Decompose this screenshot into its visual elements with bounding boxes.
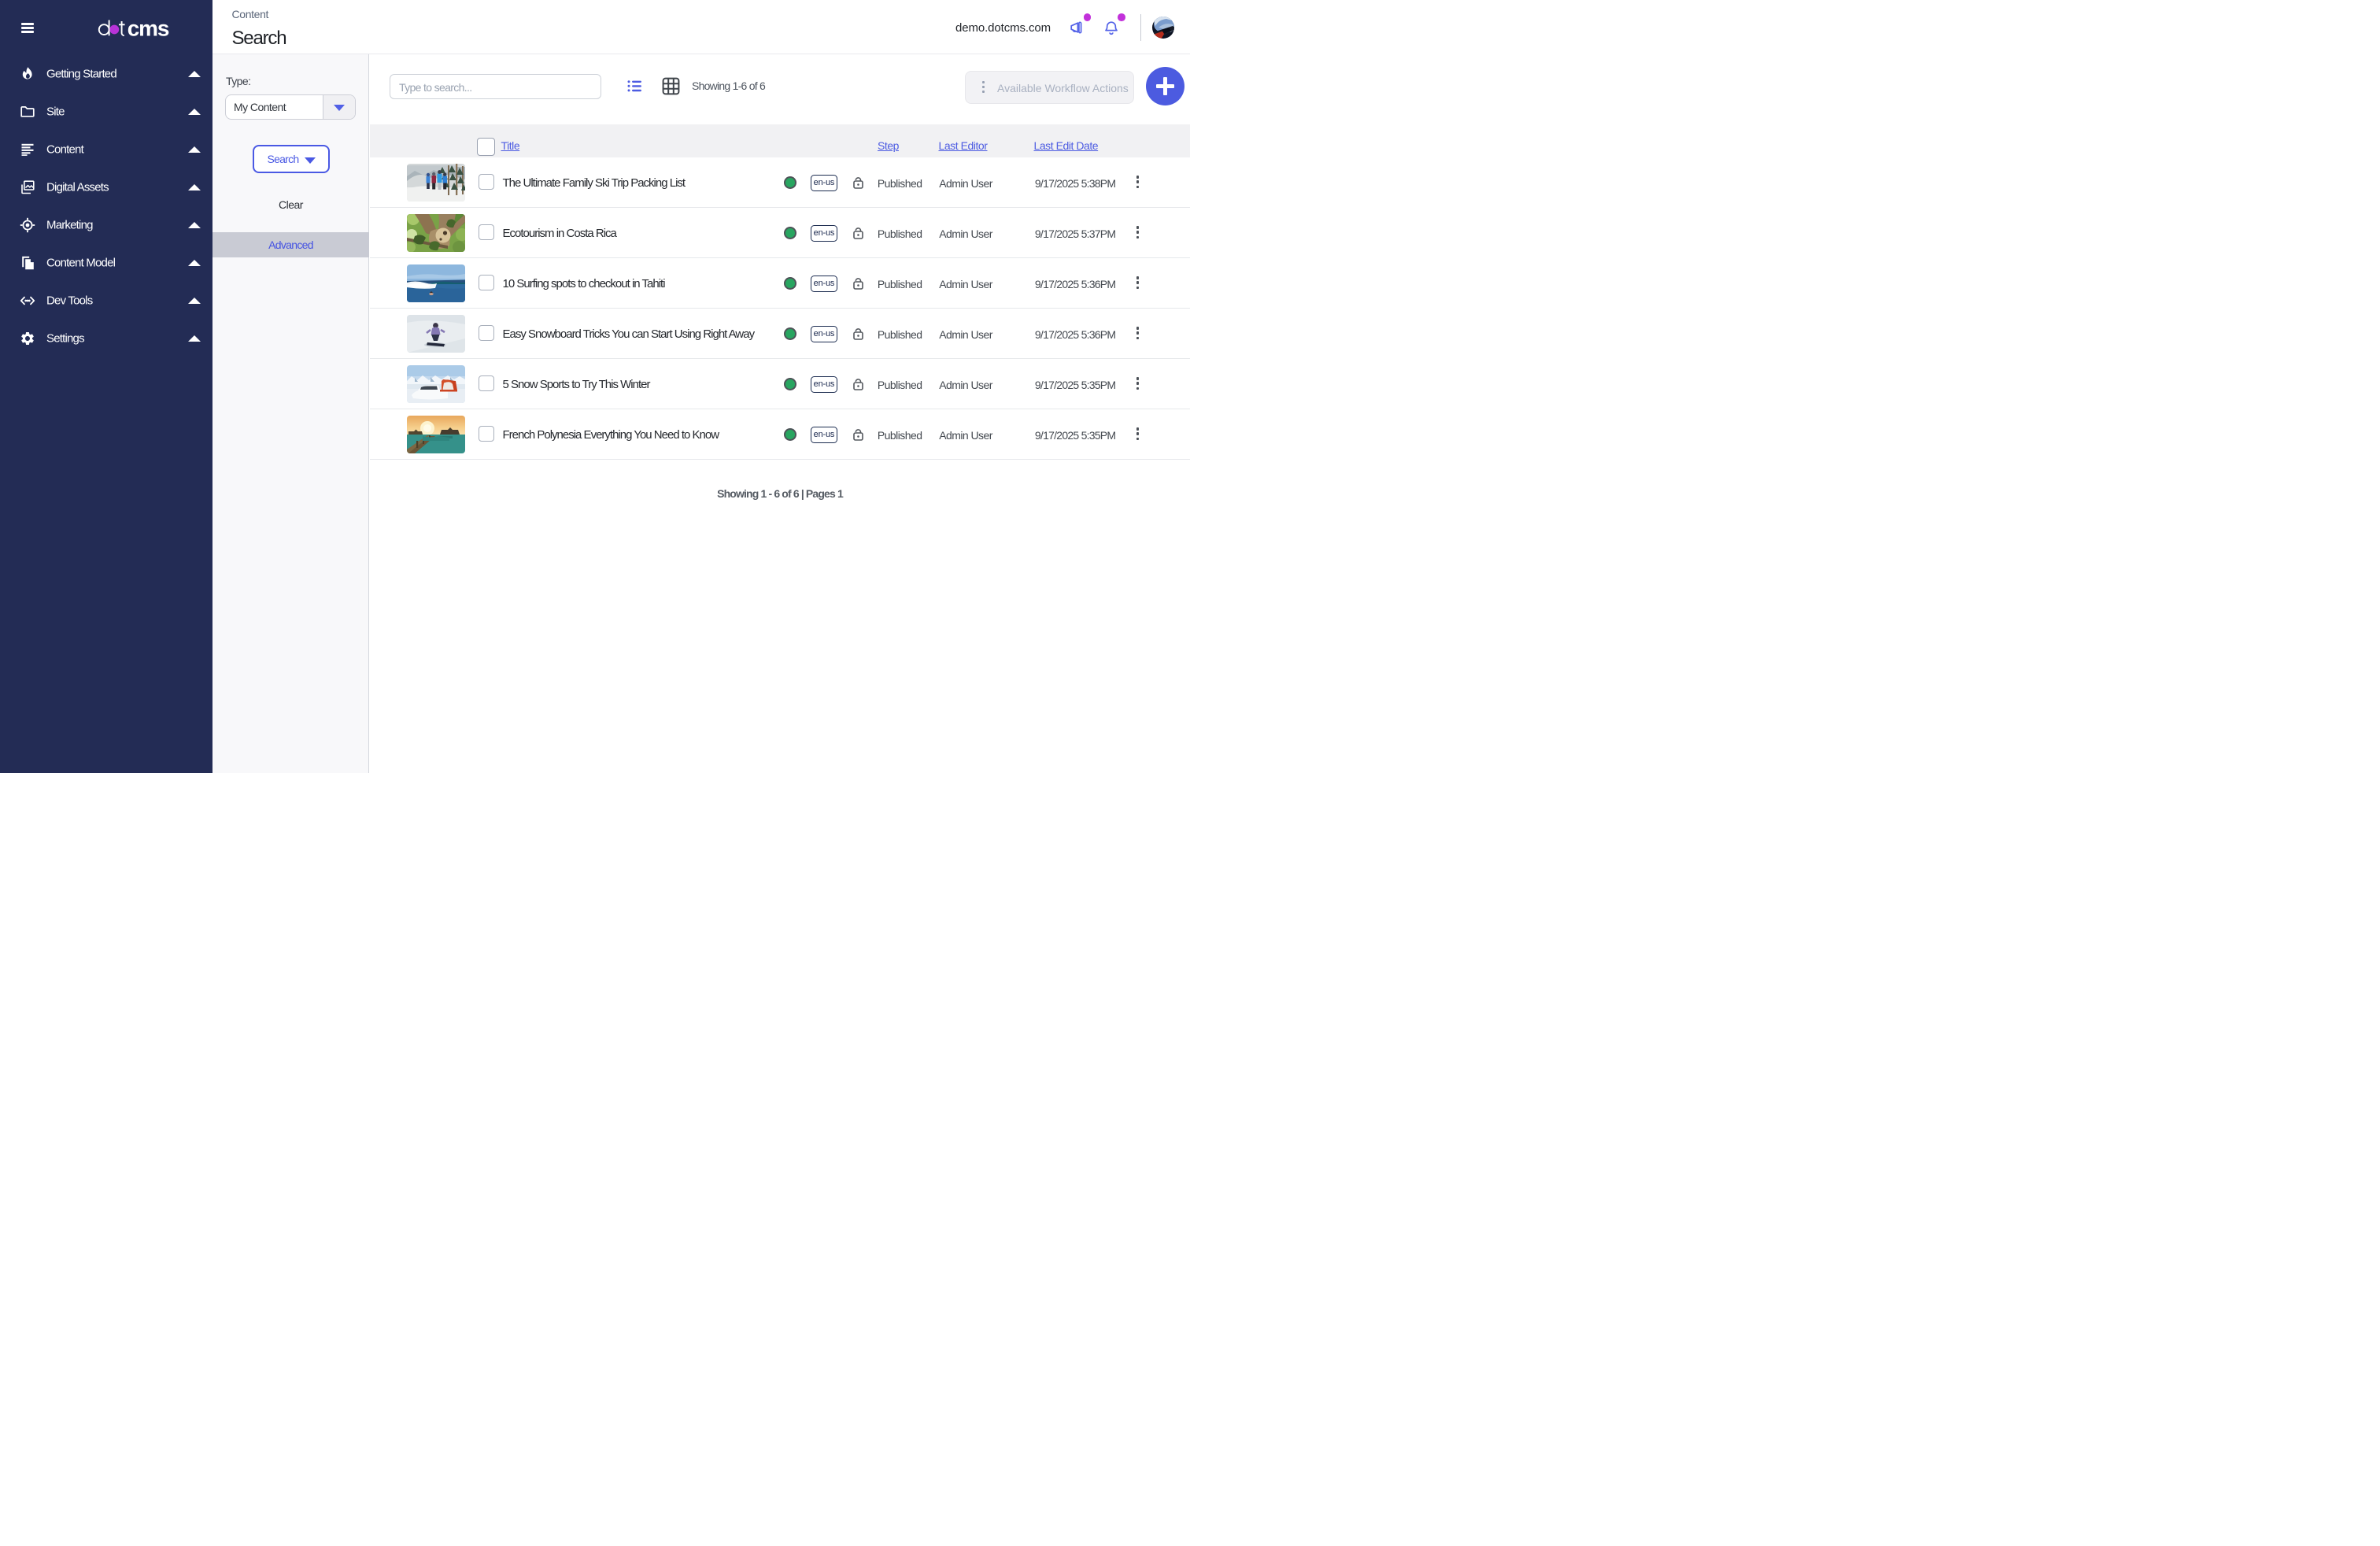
- svg-text:cms: cms: [128, 17, 169, 41]
